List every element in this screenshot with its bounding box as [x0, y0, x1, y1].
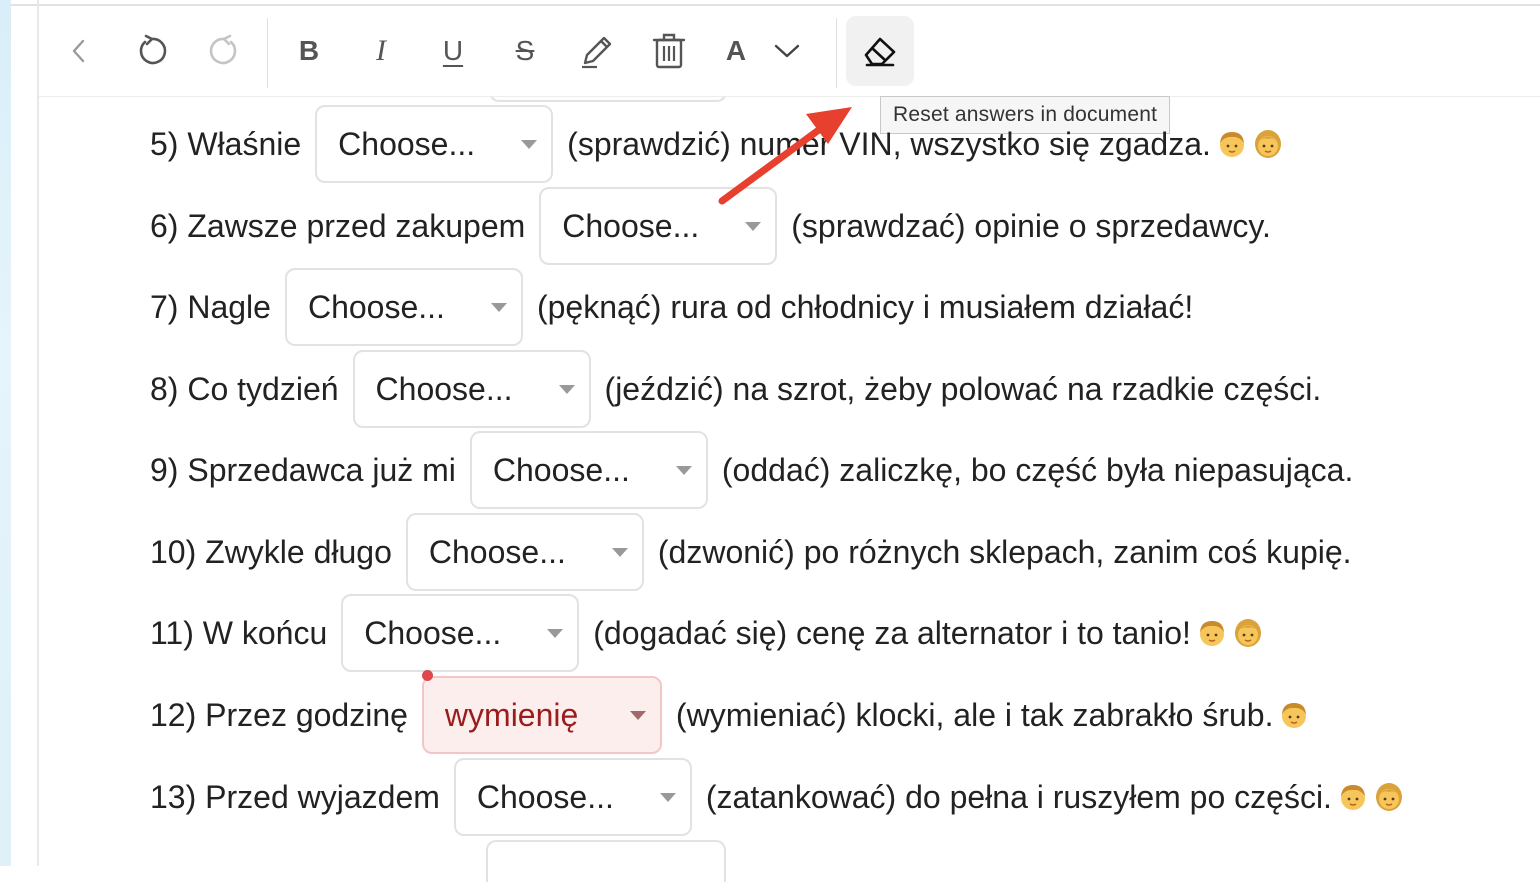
select-value: Choose... [307, 288, 445, 325]
row-suffix: (dogadać się) cenę za alternator i to ta… [593, 614, 1191, 651]
row-prefix: 12) Przez godzinę [150, 696, 408, 733]
man-emoji-icon [1340, 785, 1365, 810]
exercise-row: 8) Co tydzień Choose... (jeździć) na szrot… [150, 350, 1321, 428]
man-emoji-icon [1282, 703, 1307, 728]
exercise-row: 7) Nagle Choose... (pęknąć) rura od chłodn… [150, 268, 1193, 346]
error-indicator-dot [421, 670, 433, 681]
man-emoji-icon [1199, 621, 1224, 646]
caret-down-icon [490, 302, 507, 312]
woman-emoji-icon [1234, 619, 1261, 647]
exercise-row: 13) Przed wyjazdem Choose... (zatankować) … [150, 758, 1404, 836]
caret-down-icon [521, 139, 538, 149]
select-value: Choose... [338, 125, 476, 162]
select-value: Choose... [428, 533, 566, 570]
row-suffix: (sprawdzać) opinie o sprzedawcy. [791, 207, 1271, 244]
exercise-row: 9) Sprzedawca już mi Choose... (oddać) zal… [150, 431, 1353, 509]
row-prefix: 6) Zawsze przed zakupem [150, 207, 526, 244]
exercise-row: 5) Właśnie Choose... (sprawdzić) numer VIN… [150, 105, 1283, 183]
back-button[interactable] [51, 20, 107, 82]
answer-select[interactable]: Choose... [352, 350, 591, 428]
select-value: wymienię [444, 696, 579, 733]
underline-icon: U [442, 35, 464, 66]
answer-select[interactable]: Choose... [341, 594, 580, 672]
caret-down-icon [675, 465, 692, 475]
answer-select[interactable]: Choose... [405, 513, 644, 591]
man-emoji-icon [1219, 132, 1244, 157]
eraser-icon [862, 34, 898, 68]
row-suffix: (jeździć) na szrot, żeby polować na rzad… [604, 370, 1322, 407]
row-prefix: 5) Właśnie [150, 125, 302, 162]
row-suffix: (zatankować) do pełna i ruszyłem po częś… [705, 778, 1332, 815]
answer-select[interactable]: Choose... [284, 268, 523, 346]
answer-select[interactable]: Choose... [453, 758, 692, 836]
exercise-row: 6) Zawsze przed zakupem Choose... (sprawdz… [150, 187, 1271, 265]
caret-down-icon [611, 547, 628, 557]
row-suffix: (dzwonić) po różnych sklepach, zanim coś… [657, 533, 1352, 570]
exercise-row: 10) Zwykle długo Choose... (dzwonić) po ró… [150, 513, 1352, 591]
row-prefix: 11) W końcu [150, 614, 328, 651]
trash-icon [652, 32, 686, 70]
strikethrough-icon: S [515, 35, 535, 66]
answer-select[interactable]: Choose... [539, 187, 778, 265]
select-value: Choose... [375, 370, 513, 407]
caret-down-icon [659, 792, 676, 802]
woman-emoji-icon [1375, 783, 1402, 811]
font-icon: A [725, 35, 747, 66]
bold-icon: B [298, 35, 320, 66]
row-suffix: (wymieniać) klocki, ale i tak zabrakło ś… [675, 696, 1274, 733]
undo-icon [135, 34, 169, 68]
row-prefix: 10) Zwykle długo [150, 533, 392, 570]
undo-button[interactable] [124, 20, 180, 82]
caret-down-icon [547, 628, 564, 638]
answer-select[interactable]: Choose... [315, 105, 554, 183]
answer-select-incorrect[interactable]: wymienię [421, 670, 662, 754]
document-left-border [37, 0, 39, 866]
select-value: Choose... [476, 778, 614, 815]
select-value: Choose... [364, 614, 502, 651]
row-prefix: 9) Sprzedawca już mi [150, 451, 456, 488]
delete-button[interactable] [641, 20, 697, 82]
bold-button[interactable]: B [281, 20, 337, 82]
row-suffix: (oddać) zaliczkę, bo część była niepasuj… [721, 451, 1354, 488]
reset-answers-button[interactable] [846, 16, 914, 86]
highlight-button[interactable] [569, 20, 625, 82]
pencil-icon [577, 31, 617, 71]
answer-select[interactable]: Choose... [469, 431, 708, 509]
italic-button[interactable]: I [353, 20, 409, 82]
exercise-row: 12) Przez godzinę wymienię (wymieniać) klo… [150, 670, 1309, 754]
woman-emoji-icon [1254, 130, 1281, 158]
toolbar-separator [836, 18, 837, 88]
row-suffix: (pęknąć) rura od chłodnicy i musiałem dz… [536, 288, 1194, 325]
exercise-row: 11) W końcu Choose... (dogadać się) cenę z… [150, 594, 1263, 672]
background-strip [0, 0, 11, 866]
select-value: Choose... [562, 207, 700, 244]
font-dropdown[interactable]: A [713, 20, 813, 82]
chevron-left-icon [68, 38, 90, 64]
row-suffix: (sprawdzić) numer VIN, wszystko się zgad… [567, 125, 1211, 162]
strikethrough-button[interactable]: S [497, 20, 553, 82]
italic-icon: I [376, 34, 386, 67]
row-prefix: 7) Nagle [150, 288, 271, 325]
toolbar-separator [267, 18, 268, 88]
redo-button[interactable] [196, 20, 252, 82]
row-prefix: 13) Przed wyjazdem [150, 778, 440, 815]
caret-down-icon [558, 384, 575, 394]
editor-toolbar: B I U S A [39, 6, 1540, 97]
row-prefix: 8) Co tydzień [150, 370, 339, 407]
underline-button[interactable]: U [425, 20, 481, 82]
chevron-down-icon [774, 43, 800, 59]
caret-down-icon [629, 710, 646, 720]
select-value: Choose... [492, 451, 630, 488]
caret-down-icon [745, 221, 762, 231]
redo-icon [207, 34, 241, 68]
